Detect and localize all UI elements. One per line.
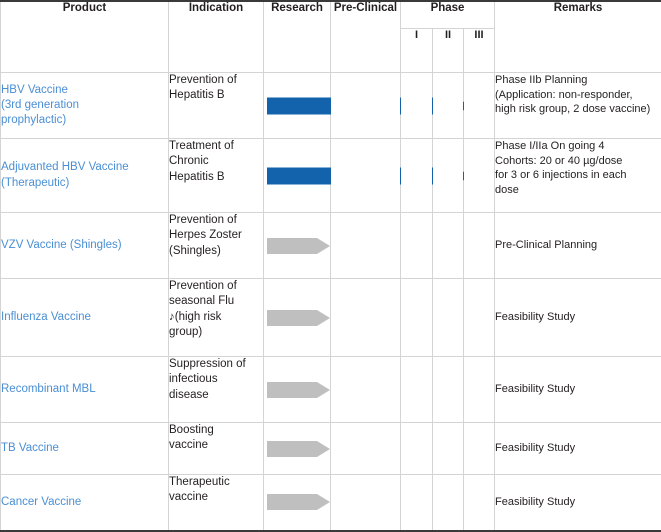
cell-product: VZV Vaccine (Shingles) xyxy=(1,213,169,279)
cell-stage-phase-ii xyxy=(433,213,464,279)
cell-stage-phase-i xyxy=(401,213,433,279)
cell-remarks: Phase IIb Planning (Application: non-res… xyxy=(495,73,661,139)
cell-stage-preclinical xyxy=(331,73,401,139)
cell-indication: Boosting vaccine xyxy=(169,423,264,475)
arrow-layer xyxy=(264,139,330,212)
cell-stage-phase-i xyxy=(401,73,433,139)
column-header-preclinical: Pre-Clinical xyxy=(331,1,401,73)
table-row: HBV Vaccine (3rd generation prophylactic… xyxy=(1,73,661,139)
cell-stage-phase-iii xyxy=(464,73,495,139)
column-header-indication: Indication xyxy=(169,1,264,73)
cell-stage-research xyxy=(264,139,331,213)
arrow-layer xyxy=(264,357,330,422)
progress-arrow-grey xyxy=(267,441,330,457)
column-header-phase: Phase xyxy=(401,1,495,29)
product-pipeline-table: Product Indication Research Pre-Clinical… xyxy=(0,0,661,532)
arrow-layer xyxy=(264,475,330,530)
cell-stage-preclinical xyxy=(331,357,401,423)
cell-stage-phase-i xyxy=(401,139,433,213)
cell-product: Cancer Vaccine xyxy=(1,475,169,531)
cell-stage-phase-i xyxy=(401,279,433,357)
cell-remarks: Phase I/IIa On going 4 Cohorts: 20 or 40… xyxy=(495,139,661,213)
progress-arrow-grey xyxy=(267,382,330,398)
cell-stage-phase-iii xyxy=(464,139,495,213)
cell-stage-phase-i xyxy=(401,357,433,423)
cell-stage-preclinical xyxy=(331,279,401,357)
table-row: Recombinant MBL Suppression of infectiou… xyxy=(1,357,661,423)
progress-arrow-grey xyxy=(267,494,330,510)
cell-stage-phase-iii xyxy=(464,357,495,423)
table-header: Product Indication Research Pre-Clinical… xyxy=(1,1,661,73)
cell-stage-research xyxy=(264,423,331,475)
cell-stage-phase-ii xyxy=(433,357,464,423)
cell-stage-research xyxy=(264,475,331,531)
cell-stage-preclinical xyxy=(331,475,401,531)
cell-remarks: Feasibility Study xyxy=(495,357,661,423)
arrow-layer xyxy=(264,213,330,278)
cell-remarks: Feasibility Study xyxy=(495,279,661,357)
cell-product: HBV Vaccine (3rd generation prophylactic… xyxy=(1,73,169,139)
progress-arrow-grey xyxy=(267,310,330,326)
cell-stage-research xyxy=(264,213,331,279)
cell-indication: Suppression of infectious disease xyxy=(169,357,264,423)
column-header-product: Product xyxy=(1,1,169,73)
cell-product: Influenza Vaccine xyxy=(1,279,169,357)
cell-stage-research xyxy=(264,279,331,357)
cell-indication: Treatment of Chronic Hepatitis B xyxy=(169,139,264,213)
cell-stage-phase-iii xyxy=(464,213,495,279)
cell-product: Recombinant MBL xyxy=(1,357,169,423)
cell-stage-phase-i xyxy=(401,475,433,531)
cell-stage-research xyxy=(264,73,331,139)
cell-stage-phase-ii xyxy=(433,475,464,531)
cell-product: Adjuvanted HBV Vaccine (Therapeutic) xyxy=(1,139,169,213)
cell-remarks: Feasibility Study xyxy=(495,475,661,531)
cell-stage-preclinical xyxy=(331,139,401,213)
column-header-phase-i: I xyxy=(401,29,433,73)
cell-indication: Prevention of seasonal Flu ♪(high risk g… xyxy=(169,279,264,357)
cell-stage-phase-iii xyxy=(464,279,495,357)
cell-product: TB Vaccine xyxy=(1,423,169,475)
cell-remarks: Feasibility Study xyxy=(495,423,661,475)
column-header-phase-iii: III xyxy=(464,29,495,73)
arrow-layer xyxy=(264,279,330,356)
cell-stage-phase-iii xyxy=(464,475,495,531)
table-row: Adjuvanted HBV Vaccine (Therapeutic) Tre… xyxy=(1,139,661,213)
cell-stage-phase-ii xyxy=(433,423,464,475)
cell-stage-preclinical xyxy=(331,213,401,279)
arrow-layer xyxy=(264,73,330,138)
cell-indication: Therapeutic vaccine xyxy=(169,475,264,531)
cell-stage-preclinical xyxy=(331,423,401,475)
cell-stage-phase-ii xyxy=(433,73,464,139)
table-row: TB Vaccine Boosting vaccine Feasibility … xyxy=(1,423,661,475)
cell-stage-phase-i xyxy=(401,423,433,475)
progress-arrow-grey xyxy=(267,238,330,254)
cell-stage-research xyxy=(264,357,331,423)
column-header-remarks: Remarks xyxy=(495,1,661,73)
cell-indication: Prevention of Herpes Zoster (Shingles) xyxy=(169,213,264,279)
column-header-phase-ii: II xyxy=(433,29,464,73)
column-header-research: Research xyxy=(264,1,331,73)
arrow-layer xyxy=(264,423,330,474)
table-row: Cancer Vaccine Therapeutic vaccine Feasi… xyxy=(1,475,661,531)
cell-stage-phase-ii xyxy=(433,139,464,213)
cell-remarks: Pre-Clinical Planning xyxy=(495,213,661,279)
table-body: HBV Vaccine (3rd generation prophylactic… xyxy=(1,73,661,531)
table-row: Influenza Vaccine Prevention of seasonal… xyxy=(1,279,661,357)
cell-stage-phase-ii xyxy=(433,279,464,357)
cell-stage-phase-iii xyxy=(464,423,495,475)
cell-indication: Prevention of Hepatitis B xyxy=(169,73,264,139)
table-row: VZV Vaccine (Shingles) Prevention of Her… xyxy=(1,213,661,279)
